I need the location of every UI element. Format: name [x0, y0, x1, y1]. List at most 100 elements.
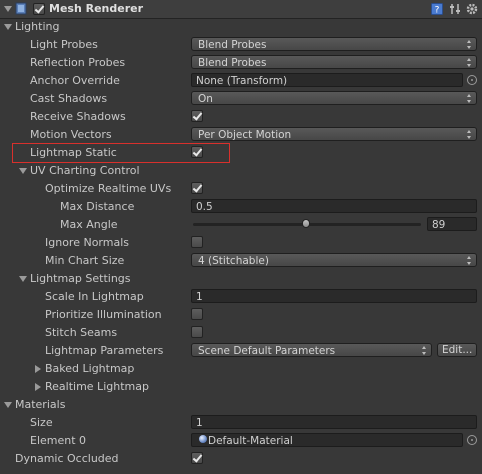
realtime-lightmap-foldout[interactable]: Realtime Lightmap [0, 378, 482, 396]
dropdown-arrow-icon [467, 94, 472, 104]
reflection-probes-value: Blend Probes [198, 57, 267, 69]
materials-size-row: Size 1 [0, 414, 482, 432]
mesh-renderer-icon [15, 2, 27, 15]
anchor-override-field[interactable]: None (Transform) [191, 73, 463, 87]
optimize-realtime-uvs-label: Optimize Realtime UVs [45, 182, 172, 195]
baked-lightmap-label: Baked Lightmap [45, 362, 135, 375]
dropdown-arrow-icon [467, 40, 472, 50]
materials-label: Materials [15, 398, 66, 411]
reflection-probes-label: Reflection Probes [30, 56, 126, 69]
realtime-lightmap-label: Realtime Lightmap [45, 380, 149, 393]
materials-size-label: Size [30, 416, 53, 429]
prioritize-illumination-label: Prioritize Illumination [45, 308, 162, 321]
element0-label: Element 0 [30, 434, 87, 447]
baked-lightmap-foldout[interactable]: Baked Lightmap [0, 360, 482, 378]
cast-shadows-value: On [198, 93, 213, 105]
min-chart-size-row: Min Chart Size 4 (Stitchable) [0, 252, 482, 270]
uv-charting-foldout-arrow[interactable] [19, 168, 27, 174]
max-angle-slider-thumb[interactable] [301, 219, 310, 228]
ignore-normals-checkbox[interactable] [191, 236, 203, 248]
scale-in-lightmap-label: Scale In Lightmap [45, 290, 144, 303]
light-probes-label: Light Probes [30, 38, 98, 51]
lightmap-static-highlight-box [12, 143, 230, 163]
max-distance-field[interactable]: 0.5 [191, 199, 477, 213]
dynamic-occluded-row: Dynamic Occluded [0, 450, 482, 468]
lightmap-settings-foldout[interactable]: Lightmap Settings [0, 270, 482, 288]
cast-shadows-row: Cast Shadows On [0, 90, 482, 108]
lightmap-settings-foldout-arrow[interactable] [19, 276, 27, 282]
motion-vectors-row: Motion Vectors Per Object Motion [0, 126, 482, 144]
min-chart-size-dropdown[interactable]: 4 (Stitchable) [191, 253, 477, 267]
max-angle-field[interactable]: 89 [427, 217, 477, 231]
materials-size-field[interactable]: 1 [191, 415, 477, 429]
gear-icon[interactable] [466, 3, 479, 15]
material-sphere-icon [199, 435, 207, 443]
stitch-seams-label: Stitch Seams [45, 326, 118, 339]
scale-in-lightmap-field[interactable]: 1 [191, 289, 477, 303]
motion-vectors-label: Motion Vectors [30, 128, 112, 141]
svg-text:?: ? [435, 6, 440, 16]
dynamic-occluded-label: Dynamic Occluded [15, 452, 119, 465]
uv-charting-foldout[interactable]: UV Charting Control [0, 162, 482, 180]
anchor-override-value: None (Transform) [196, 75, 288, 87]
book-help-icon[interactable]: ? [431, 3, 443, 15]
component-enabled-checkbox[interactable] [33, 3, 45, 15]
cast-shadows-dropdown[interactable]: On [191, 91, 477, 105]
stitch-seams-checkbox[interactable] [191, 326, 203, 338]
materials-foldout[interactable]: Materials [0, 396, 482, 414]
dropdown-arrow-icon [422, 346, 427, 356]
component-header[interactable]: Mesh Renderer ? [0, 0, 482, 19]
lightmap-parameters-row: Lightmap Parameters Scene Default Parame… [0, 342, 482, 360]
element0-field[interactable]: Default-Material [191, 433, 463, 447]
lightmap-parameters-edit-button[interactable]: Edit... [437, 343, 477, 357]
scale-in-lightmap-value: 1 [196, 291, 203, 303]
motion-vectors-dropdown[interactable]: Per Object Motion [191, 127, 477, 141]
dynamic-occluded-checkbox[interactable] [191, 452, 203, 464]
lightmap-parameters-value: Scene Default Parameters [198, 345, 336, 357]
realtime-lightmap-foldout-arrow[interactable] [35, 383, 41, 391]
lightmap-parameters-label: Lightmap Parameters [45, 344, 164, 357]
lighting-foldout-arrow[interactable] [4, 24, 12, 30]
component-title: Mesh Renderer [49, 2, 144, 15]
dropdown-arrow-icon [467, 256, 472, 266]
motion-vectors-value: Per Object Motion [198, 129, 292, 141]
reflection-probes-dropdown[interactable]: Blend Probes [191, 55, 477, 69]
uv-charting-label: UV Charting Control [30, 164, 140, 177]
min-chart-size-value: 4 (Stitchable) [198, 255, 269, 267]
receive-shadows-label: Receive Shadows [30, 110, 126, 123]
materials-foldout-arrow[interactable] [4, 402, 12, 408]
max-angle-label: Max Angle [60, 218, 118, 231]
max-distance-value: 0.5 [196, 201, 213, 213]
lighting-foldout[interactable]: Lighting [0, 18, 482, 36]
max-angle-value: 89 [432, 219, 446, 231]
receive-shadows-checkbox[interactable] [191, 110, 203, 122]
lightmap-settings-label: Lightmap Settings [30, 272, 131, 285]
max-distance-row: Max Distance 0.5 [0, 198, 482, 216]
element0-value: Default-Material [208, 435, 293, 447]
object-picker-icon[interactable] [467, 435, 477, 445]
preset-sliders-icon[interactable] [449, 3, 461, 15]
min-chart-size-label: Min Chart Size [45, 254, 125, 267]
anchor-override-label: Anchor Override [30, 74, 120, 87]
object-picker-icon[interactable] [467, 75, 477, 85]
cast-shadows-label: Cast Shadows [30, 92, 108, 105]
max-distance-label: Max Distance [60, 200, 135, 213]
prioritize-illumination-checkbox[interactable] [191, 308, 203, 320]
prioritize-illumination-row: Prioritize Illumination [0, 306, 482, 324]
light-probes-dropdown[interactable]: Blend Probes [191, 37, 477, 51]
light-probes-value: Blend Probes [198, 39, 267, 51]
lightmap-parameters-dropdown[interactable]: Scene Default Parameters [191, 343, 432, 357]
optimize-realtime-uvs-row: Optimize Realtime UVs [0, 180, 482, 198]
optimize-realtime-uvs-checkbox[interactable] [191, 182, 203, 194]
element0-row: Element 0 Default-Material [0, 432, 482, 450]
stitch-seams-row: Stitch Seams [0, 324, 482, 342]
max-angle-row: Max Angle 89 [0, 216, 482, 234]
component-foldout-arrow[interactable] [4, 6, 12, 12]
baked-lightmap-foldout-arrow[interactable] [35, 365, 41, 373]
dropdown-arrow-icon [467, 58, 472, 68]
materials-size-value: 1 [196, 417, 203, 429]
receive-shadows-row: Receive Shadows [0, 108, 482, 126]
edit-button-label: Edit... [442, 344, 473, 356]
ignore-normals-row: Ignore Normals [0, 234, 482, 252]
reflection-probes-row: Reflection Probes Blend Probes [0, 54, 482, 72]
